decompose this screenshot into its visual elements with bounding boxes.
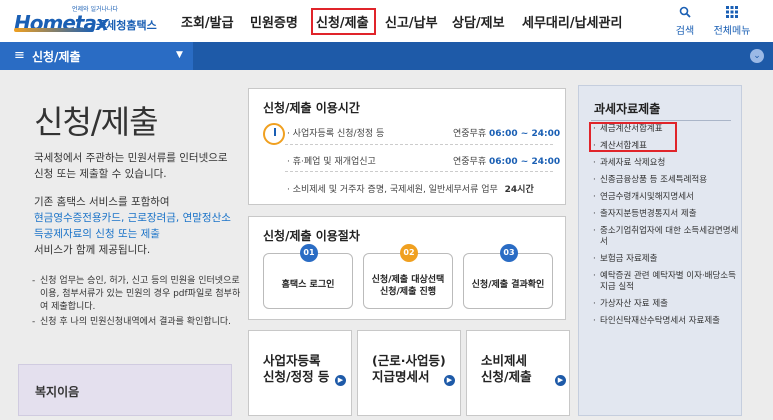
arrow-right-icon: ▶ — [335, 375, 346, 386]
intro-p2-lead: 기존 홈택스 서비스를 포함하여 — [34, 196, 170, 208]
search-button[interactable]: 검색 — [665, 6, 705, 37]
hours-row-time-value: 24시간 — [504, 185, 534, 195]
search-icon — [665, 6, 705, 20]
expand-button[interactable]: ⌄ — [750, 49, 764, 63]
action-label-line1: 소비제세 — [481, 353, 528, 368]
hours-row-time-lead: 연중무휴 — [453, 129, 487, 139]
action-label: (근로·사업등) 지급명세서 — [372, 353, 446, 385]
procedure-step: 01 홈택스 로그인 — [263, 244, 353, 309]
procedure-step: 02 신청/제출 대상선택 신청/제출 진행 — [363, 244, 453, 309]
nav-item-certificate[interactable]: 민원증명 — [250, 12, 298, 31]
hamburger-icon: ≡ — [14, 48, 25, 63]
active-nav-highlight — [311, 8, 376, 35]
all-menu-label: 전체메뉴 — [713, 26, 751, 37]
top-header: 언제와 일거나나다 Hometax 국세청홈택스 조회/발급 민원증명 신청/제… — [0, 0, 773, 42]
intro-p2-tail: 서비스가 함께 제공됩니다. — [34, 244, 151, 256]
step-number: 01 — [300, 244, 318, 262]
arrow-right-icon: ▶ — [555, 375, 566, 386]
notes-list: 신청 업무는 승인, 허가, 신고 등의 민원을 인터넷으로 이용, 첨부서류가… — [32, 275, 242, 331]
hours-row: · 사업자등록 신청/정정 등 연중무휴 06:00 ~ 24:00 — [287, 126, 560, 139]
nav-item-inquiry[interactable]: 조회/발급 — [181, 12, 234, 31]
page-title: 신청/제출 — [34, 103, 159, 141]
logo-sub: 국세청홈택스 — [96, 19, 157, 32]
usage-procedure-card: 신청/제출 이용절차 01 홈택스 로그인 02 신청/제출 대상선택 신청/제… — [248, 216, 566, 320]
usage-procedure-title: 신청/제출 이용절차 — [263, 229, 360, 243]
sub-navigation-bar: ≡ 신청/제출 ▼ ⌄ — [0, 42, 773, 70]
tax-data-item[interactable]: 과세자료 삭제요청 — [593, 158, 739, 169]
action-business-registration[interactable]: 사업자등록 신청/정정 등 ▶ — [248, 330, 352, 416]
tax-data-title: 과세자료제출 — [594, 102, 661, 116]
action-label-line2: 신청/정정 등 — [263, 369, 330, 384]
hours-row-time-lead: 연중무휴 — [453, 157, 487, 167]
hours-row-time-value: 06:00 ~ 24:00 — [489, 157, 561, 167]
usage-hours-card: 신청/제출 이용시간 · 사업자등록 신청/정정 등 연중무휴 06:00 ~ … — [248, 88, 566, 205]
chevron-down-icon: ▼ — [176, 50, 183, 60]
tax-data-item[interactable]: 중소기업취업자에 대한 소득세감면명세서 — [593, 226, 739, 248]
divider — [285, 171, 553, 172]
hours-row-time-value: 06:00 ~ 24:00 — [489, 129, 561, 139]
step-number: 03 — [500, 244, 518, 262]
hometax-logo[interactable]: 언제와 일거나나다 Hometax 국세청홈택스 — [14, 4, 164, 36]
hours-row-label: · 소비제세 및 거주자 증명, 국제세원, 일반세무서류 업무 — [287, 185, 498, 195]
tax-data-list: 세금계산서합계표 계산서합계표 과세자료 삭제요청 신종금융상품 등 조세특례적… — [593, 124, 739, 333]
step-number: 02 — [400, 244, 418, 262]
step-label: 신청/제출 결과확인 — [471, 280, 545, 290]
action-label: 소비제세 신청/제출 — [481, 353, 532, 385]
procedure-step: 03 신청/제출 결과확인 — [463, 244, 553, 309]
hours-row: · 소비제세 및 거주자 증명, 국제세원, 일반세무서류 업무 24시간 — [287, 182, 534, 195]
welfare-label: 복지이음 — [35, 385, 80, 399]
current-menu-label: 신청/제출 — [32, 50, 81, 64]
hours-row-label: · 휴·폐업 및 재개업신고 — [287, 157, 376, 167]
action-label-line2: 지급명세서 — [372, 369, 430, 384]
action-label-line1: (근로·사업등) — [372, 353, 446, 368]
nav-item-tax-agent[interactable]: 세무대리/납세관리 — [522, 12, 622, 31]
note-item: 신청 후 나의 민원신청내역에서 결과를 확인합니다. — [32, 316, 242, 329]
divider — [285, 144, 553, 145]
divider — [591, 120, 731, 121]
step-label: 홈택스 로그인 — [281, 280, 335, 290]
step-label: 신청/제출 대상선택 신청/제출 진행 — [371, 275, 445, 297]
action-label-line1: 사업자등록 — [263, 353, 321, 368]
intro-paragraph-2: 기존 홈택스 서비스를 포함하여 현금영수증전용카드, 근로장려금, 연말정산소… — [34, 194, 234, 258]
tax-data-item[interactable]: 연금수령개시및해지명세서 — [593, 192, 739, 203]
action-label-line2: 신청/제출 — [481, 369, 532, 384]
usage-hours-title: 신청/제출 이용시간 — [263, 101, 360, 115]
logo-swoosh — [14, 28, 94, 32]
all-menu-button[interactable]: 전체메뉴 — [709, 6, 755, 37]
highlight-box — [589, 122, 677, 152]
action-label: 사업자등록 신청/정정 등 — [263, 353, 329, 385]
arrow-right-icon: ▶ — [444, 375, 455, 386]
hours-row-time: 연중무휴 06:00 ~ 24:00 — [453, 126, 560, 139]
nav-item-consult[interactable]: 상담/제보 — [452, 12, 505, 31]
menu-toggle[interactable]: ≡ 신청/제출 ▼ — [0, 42, 193, 70]
action-consumption-tax[interactable]: 소비제세 신청/제출 ▶ — [466, 330, 570, 416]
hours-row-time: 연중무휴 06:00 ~ 24:00 — [453, 154, 560, 167]
tax-data-item[interactable]: 보험금 자료제출 — [593, 254, 739, 265]
hours-row-label: · 사업자등록 신청/정정 등 — [287, 129, 385, 139]
welfare-link-box[interactable]: 복지이음 — [18, 364, 232, 416]
intro-p2-highlight: 현금영수증전용카드, 근로장려금, 연말정산소득공제자료의 신청 또는 제출 — [34, 212, 231, 240]
grid-menu-icon — [709, 6, 755, 20]
intro-text: 국세청에서 주관하는 민원서류를 인터넷으로 신청 또는 제출할 수 있습니다.… — [34, 150, 234, 270]
tax-data-item[interactable]: 타인신탁재산수탁명세서 자료제출 — [593, 316, 739, 327]
intro-paragraph-1: 국세청에서 주관하는 민원서류를 인터넷으로 신청 또는 제출할 수 있습니다. — [34, 152, 228, 180]
tax-data-item[interactable]: 예탁증권 관련 예탁자별 이자·배당소득 지급 실적 — [593, 271, 739, 293]
nav-item-report-pay[interactable]: 신고/납부 — [385, 12, 438, 31]
clock-icon — [263, 123, 285, 145]
hours-row: · 휴·폐업 및 재개업신고 연중무휴 06:00 ~ 24:00 — [287, 154, 560, 167]
tax-data-item[interactable]: 신종금융상품 등 조세특례적용 — [593, 175, 739, 186]
tax-data-item[interactable]: 가상자산 자료 제출 — [593, 299, 739, 310]
action-payment-statement[interactable]: (근로·사업등) 지급명세서 ▶ — [357, 330, 461, 416]
search-label: 검색 — [675, 26, 695, 37]
note-item: 신청 업무는 승인, 허가, 신고 등의 민원을 인터넷으로 이용, 첨부서류가… — [32, 275, 242, 314]
tax-data-item[interactable]: 출자지분등변경통지서 제출 — [593, 209, 739, 220]
